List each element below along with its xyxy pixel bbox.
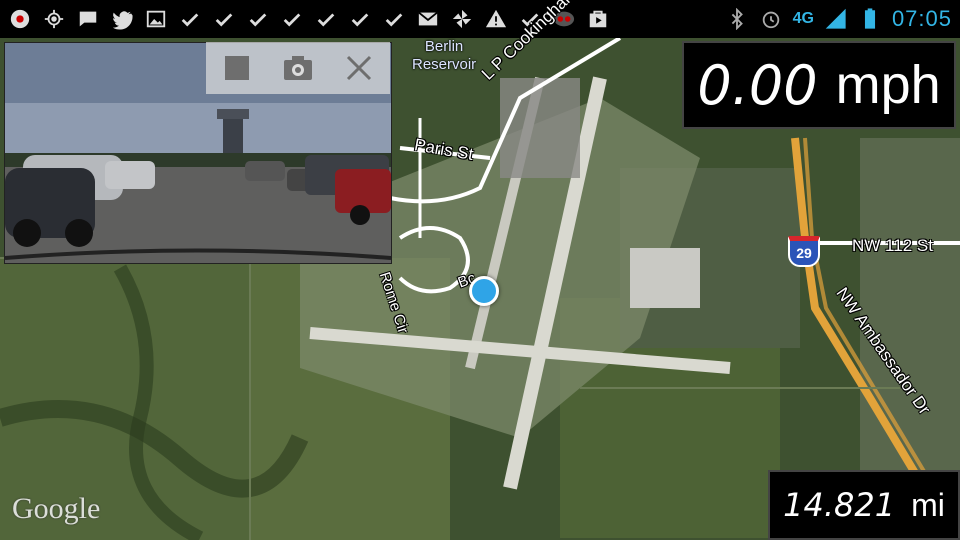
camera-toolbar [206, 42, 390, 94]
camera-icon[interactable] [278, 48, 318, 88]
gps-icon [42, 7, 66, 31]
gmail-icon [416, 7, 440, 31]
network-label: 4G [792, 10, 814, 27]
speed-unit: mph [835, 55, 941, 115]
stop-icon[interactable] [217, 48, 257, 88]
map-label-berlin: Berlin [424, 38, 464, 55]
check-icon [348, 7, 372, 31]
map-label-nw-112-st: NW 112 St [852, 236, 933, 255]
signal-icon [824, 7, 848, 31]
google-logo: Google [12, 492, 101, 525]
speed-value: 0.00 [697, 53, 818, 117]
status-bar: 4G 07:05 [0, 0, 960, 38]
check-icon [314, 7, 338, 31]
pinwheel-icon [450, 7, 474, 31]
check-icon [246, 7, 270, 31]
check-icon [382, 7, 406, 31]
distance-unit: mi [911, 486, 945, 523]
close-icon[interactable] [339, 48, 379, 88]
alarm-icon [759, 7, 783, 31]
check-icon [178, 7, 202, 31]
record-icon [8, 7, 32, 31]
map-label-reservoir: Reservoir [412, 56, 477, 73]
notification-icons [8, 7, 610, 31]
chat-icon [76, 7, 100, 31]
image-icon [144, 7, 168, 31]
current-location-marker[interactable] [469, 276, 499, 306]
battery-icon [858, 7, 882, 31]
speed-display: 0.00 mph [682, 41, 956, 129]
warning-icon [484, 7, 508, 31]
twitter-icon [110, 7, 134, 31]
system-icons: 4G 07:05 [725, 6, 952, 32]
highway-shield: 29 [788, 236, 820, 267]
map-label-berlin-reservoir: Berlin Reservoir [412, 38, 476, 74]
check-icon [280, 7, 304, 31]
play-store-icon [586, 7, 610, 31]
clock-time: 07:05 [891, 6, 952, 31]
distance-display: 14.821 mi [768, 470, 960, 540]
distance-value: 14.821 [783, 486, 896, 524]
bluetooth-icon [725, 7, 749, 31]
check-icon [212, 7, 236, 31]
